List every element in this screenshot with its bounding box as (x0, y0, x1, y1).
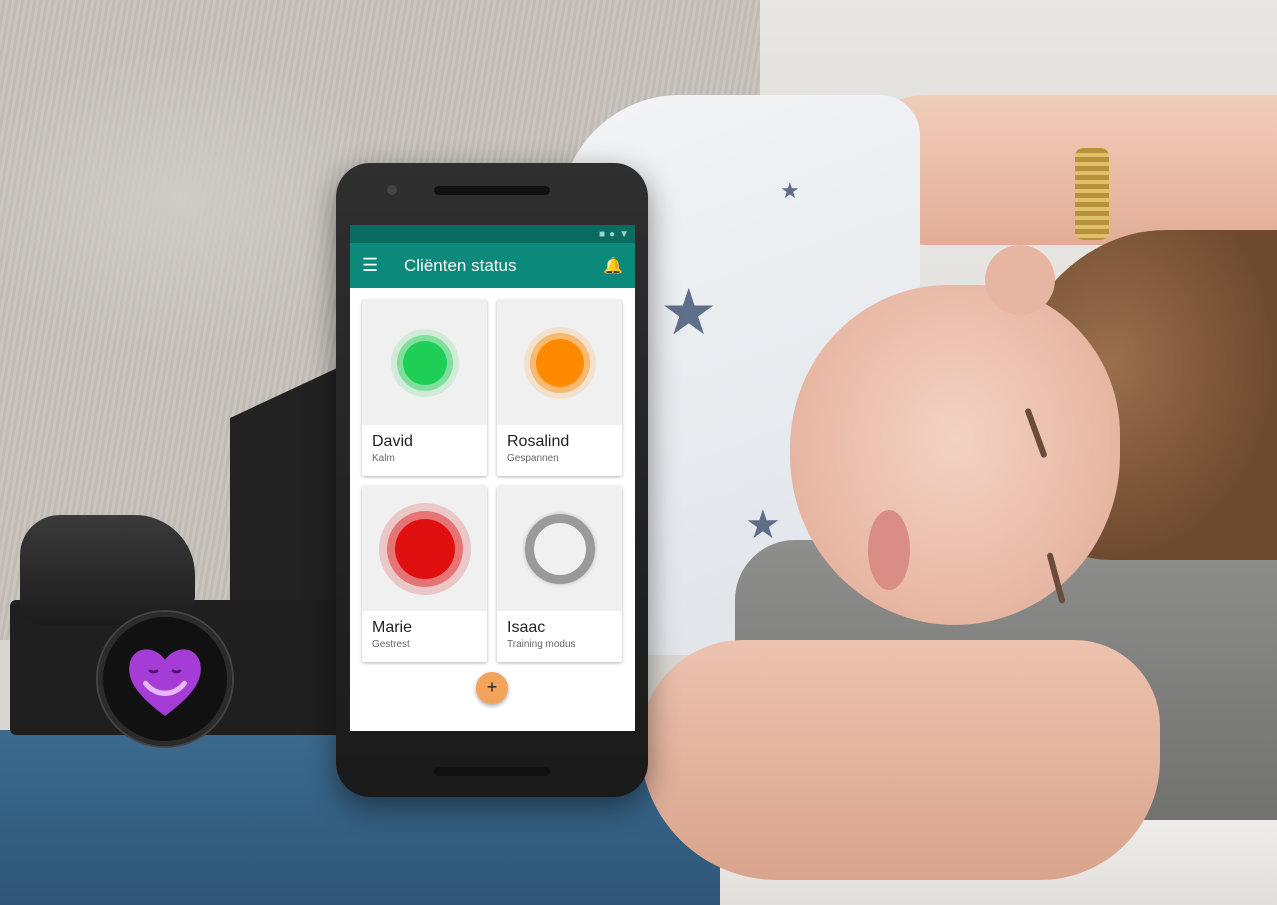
app-bar: ☰ Cliënten status 🔔 (350, 243, 635, 288)
client-status: Kalm (372, 453, 395, 464)
sensor-logo-badge (98, 612, 232, 746)
client-card-rosalind[interactable]: Rosalind Gespannen (497, 300, 622, 476)
status-indicator-area (497, 300, 622, 425)
red-status-icon (394, 518, 455, 579)
star-print: ★ (780, 178, 800, 203)
client-card-marie[interactable]: Marie Gestrest (362, 486, 487, 662)
page-title: Cliënten status (404, 255, 517, 275)
earpiece-speaker (434, 186, 550, 195)
status-indicator-area (362, 300, 487, 425)
client-name: Isaac (507, 619, 546, 636)
dot-icon: ● (609, 228, 616, 240)
triangle-icon: ▼ (619, 228, 629, 240)
client-card-david[interactable]: David Kalm (362, 300, 487, 476)
status-indicator-area (497, 486, 622, 611)
star-print: ★ (660, 276, 718, 348)
grey-ring-status-icon (524, 513, 595, 584)
client-status: Gestrest (372, 639, 410, 650)
orange-status-icon (535, 338, 584, 387)
heart-hug-logo-icon (129, 649, 201, 716)
status-indicator-area (362, 486, 487, 611)
ear (985, 245, 1055, 315)
smartphone: ■ ● ▼ ☰ Cliënten status 🔔 David Kalm Ros… (336, 163, 648, 797)
hands (640, 640, 1160, 880)
client-grid: David Kalm Rosalind Gespannen Marie Gest… (350, 288, 635, 662)
client-status: Training modus (507, 639, 576, 650)
add-client-button[interactable]: + (476, 672, 508, 704)
client-name: Rosalind (507, 433, 570, 450)
star-print: ★ (745, 503, 781, 547)
square-icon: ■ (599, 228, 606, 240)
bracelet (1075, 148, 1109, 240)
client-name: Marie (372, 619, 413, 636)
status-bar: ■ ● ▼ (350, 225, 635, 243)
bell-icon[interactable]: 🔔 (603, 256, 623, 276)
bottom-speaker (434, 767, 550, 776)
client-status: Gespannen (507, 453, 559, 464)
front-camera (387, 185, 397, 195)
client-name: David (372, 433, 413, 450)
client-card-isaac[interactable]: Isaac Training modus (497, 486, 622, 662)
app-screen: ■ ● ▼ ☰ Cliënten status 🔔 David Kalm Ros… (350, 225, 635, 731)
face (790, 285, 1120, 625)
sensor-pad (20, 515, 195, 625)
hamburger-menu-icon[interactable]: ☰ (362, 255, 384, 276)
green-status-icon (402, 340, 447, 385)
lips (868, 510, 910, 590)
